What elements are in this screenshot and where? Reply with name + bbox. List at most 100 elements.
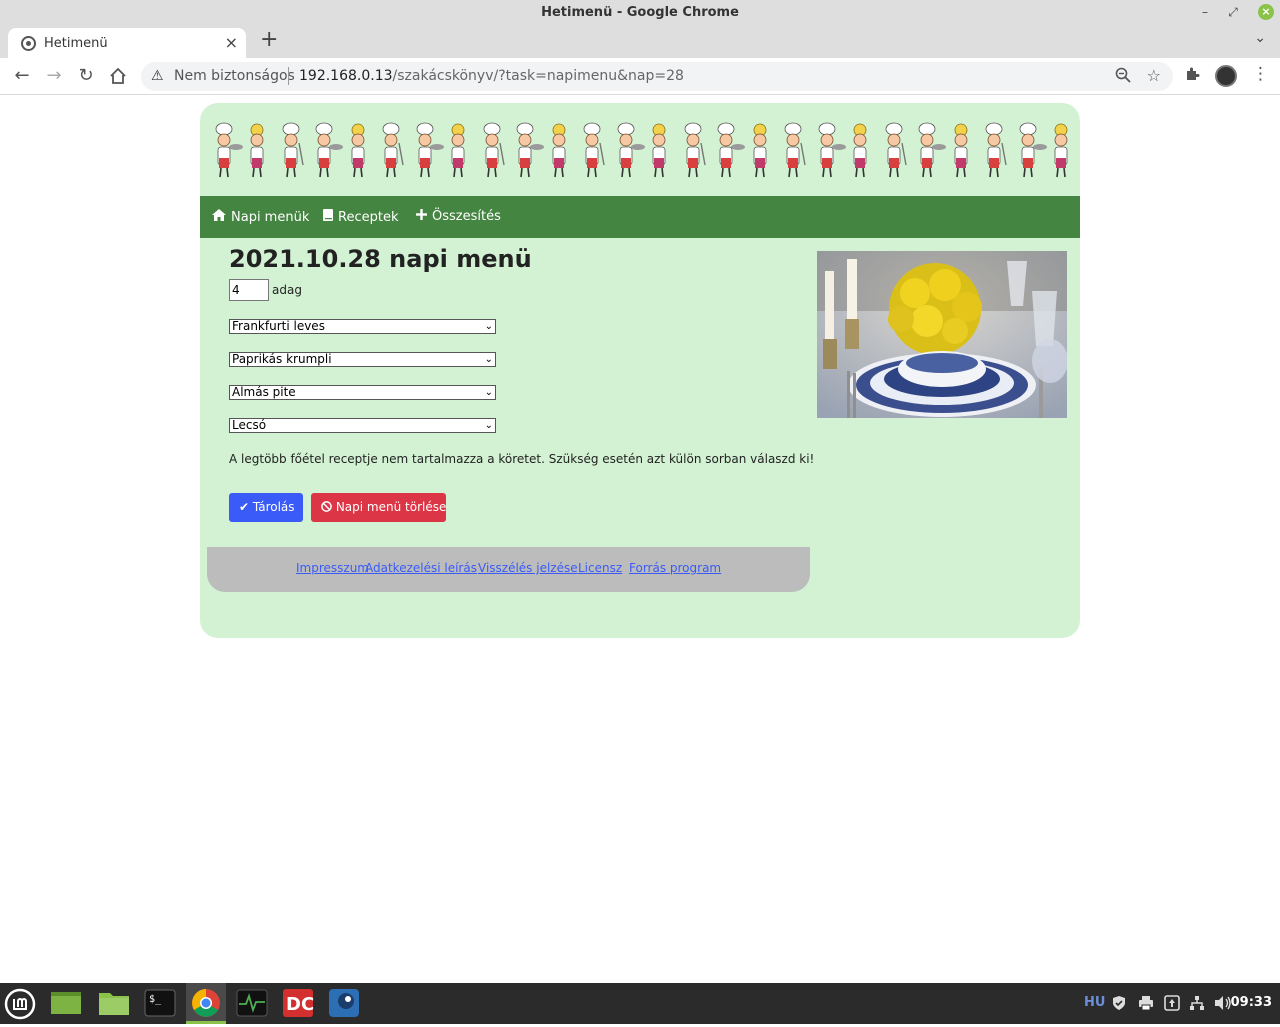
chef-figure	[215, 122, 243, 178]
back-icon[interactable]: ←	[10, 64, 34, 88]
url-path: /szakácskönyv/?task=napimenu&nap=28	[392, 68, 684, 84]
network-icon[interactable]	[1189, 995, 1205, 1015]
update-manager-icon[interactable]	[1164, 995, 1180, 1015]
select-value: Lecsó	[232, 418, 267, 432]
chef-figure	[250, 123, 264, 178]
address-bar[interactable]: ⚠ Nem biztonságos 192.168.0.13/szakácskö…	[141, 62, 1173, 91]
chef-figure	[382, 122, 404, 178]
tab-strip: Hetimenü ×	[0, 24, 1280, 58]
mint-menu-icon[interactable]	[4, 988, 36, 1020]
window-title: Hetimenü - Google Chrome	[541, 5, 739, 20]
chef-figure	[583, 122, 605, 178]
volume-icon[interactable]	[1214, 995, 1232, 1015]
printer-icon[interactable]	[1138, 995, 1154, 1015]
servings-input[interactable]: 4	[229, 279, 269, 301]
save-button-label: Tárolás	[252, 500, 295, 514]
chef-figure	[617, 122, 645, 178]
minimize-icon[interactable]: –	[1196, 3, 1214, 21]
reload-icon[interactable]: ↻	[74, 64, 98, 88]
chef-figure	[853, 123, 867, 178]
delete-button-label: Napi menü törlése	[335, 500, 447, 514]
nav-item-napi-menuk[interactable]: Napi menük	[212, 209, 309, 225]
terminal-icon[interactable]: $_	[144, 988, 176, 1018]
zoom-icon[interactable]	[1115, 67, 1131, 87]
chef-figure	[684, 122, 706, 178]
globe-icon	[21, 36, 36, 51]
new-tab-icon[interactable]: +	[260, 28, 278, 52]
double-commander-icon[interactable]: DC	[282, 988, 314, 1018]
tab-hetimenu[interactable]: Hetimenü ×	[8, 28, 246, 58]
delete-daily-menu-button[interactable]: Napi menü törlése	[311, 493, 446, 522]
book-icon	[323, 209, 333, 225]
more-menu-icon[interactable]: ⋮	[1252, 64, 1269, 84]
table-setting-photo	[817, 251, 1067, 418]
keyboard-layout-indicator[interactable]: HU	[1084, 995, 1105, 1010]
chef-illustration	[215, 122, 1068, 178]
chef-figure	[784, 122, 806, 178]
forward-icon[interactable]: →	[42, 64, 66, 88]
dish-select-2[interactable]: Paprikás krumpli ⌄	[229, 352, 496, 367]
chef-figure	[1054, 123, 1068, 178]
nav-label: Receptek	[338, 210, 399, 225]
nav-item-osszesites[interactable]: Összesítés	[416, 209, 501, 224]
chef-figure	[282, 122, 304, 178]
dish-select-3[interactable]: Almás pite ⌄	[229, 385, 496, 400]
warning-icon: ⚠	[151, 68, 164, 84]
taskbar-clock[interactable]: 09:33	[1231, 995, 1272, 1010]
chevron-down-icon: ⌄	[484, 354, 493, 365]
chef-figure	[1019, 122, 1047, 178]
chef-figure	[918, 122, 946, 178]
select-value: Frankfurti leves	[232, 319, 325, 333]
show-desktop-icon[interactable]	[50, 988, 82, 1018]
app-icon-blue[interactable]	[328, 988, 360, 1018]
tab-label: Hetimenü	[44, 36, 108, 51]
page-container: Napi menük Receptek Összesítés 2021.10.2…	[200, 103, 1080, 638]
chef-figure	[351, 123, 365, 178]
extensions-icon[interactable]	[1184, 66, 1200, 86]
chevron-down-icon: ⌄	[484, 387, 493, 398]
chevron-down-icon: ⌄	[484, 321, 493, 332]
save-button[interactable]: ✔ Tárolás	[229, 493, 303, 522]
footer-link-forras[interactable]: Forrás program	[629, 561, 721, 575]
window-close-icon[interactable]: ×	[1258, 4, 1274, 20]
chef-figure	[315, 122, 343, 178]
shield-icon[interactable]	[1111, 995, 1127, 1015]
dish-select-1[interactable]: Frankfurti leves ⌄	[229, 319, 496, 334]
dish-select-4[interactable]: Lecsó ⌄	[229, 418, 496, 433]
profile-avatar[interactable]	[1215, 65, 1237, 87]
chef-figure	[483, 122, 505, 178]
svg-text:$_: $_	[149, 994, 162, 1005]
footer-link-impresszum[interactable]: Impresszum	[296, 561, 369, 575]
chef-figure	[717, 122, 745, 178]
select-value: Paprikás krumpli	[232, 352, 332, 366]
servings-label: adag	[272, 283, 302, 297]
os-taskbar: $_ DC HU 09:33	[0, 983, 1280, 1024]
restore-icon[interactable]: ⤢	[1224, 3, 1242, 21]
footer-link-visszeles[interactable]: Visszélés jelzése	[478, 561, 578, 575]
svg-text:DC: DC	[286, 994, 314, 1015]
file-manager-icon[interactable]	[98, 988, 130, 1018]
chevron-down-icon[interactable]: ⌄	[1254, 30, 1266, 46]
system-monitor-icon[interactable]	[236, 988, 268, 1018]
nav-label: Napi menük	[231, 210, 310, 225]
home-icon[interactable]	[106, 64, 130, 88]
window-titlebar: Hetimenü - Google Chrome – ⤢ ×	[0, 0, 1280, 24]
check-icon: ✔	[239, 500, 250, 514]
chef-figure	[451, 123, 465, 178]
home-icon	[212, 209, 226, 225]
footer-link-adatkezeles[interactable]: Adatkezelési leírás	[365, 561, 477, 575]
nav-label: Összesítés	[432, 209, 501, 224]
side-dish-note: A legtöbb főétel receptje nem tartalmazz…	[229, 452, 815, 466]
page-footer: Impresszum Adatkezelési leírás Visszélés…	[207, 547, 810, 592]
nav-item-receptek[interactable]: Receptek	[323, 209, 398, 225]
bookmark-star-icon[interactable]: ☆	[1147, 66, 1161, 85]
tab-close-icon[interactable]: ×	[225, 33, 238, 52]
main-navbar: Napi menük Receptek Összesítés	[200, 196, 1080, 238]
chef-banner	[200, 103, 1080, 196]
ban-icon	[321, 500, 336, 514]
page-title: 2021.10.28 napi menü	[229, 245, 532, 273]
select-value: Almás pite	[232, 385, 296, 399]
footer-link-licensz[interactable]: Licensz	[578, 561, 622, 575]
omnibox-separator	[288, 67, 289, 85]
chrome-taskbar-button[interactable]	[186, 983, 226, 1024]
